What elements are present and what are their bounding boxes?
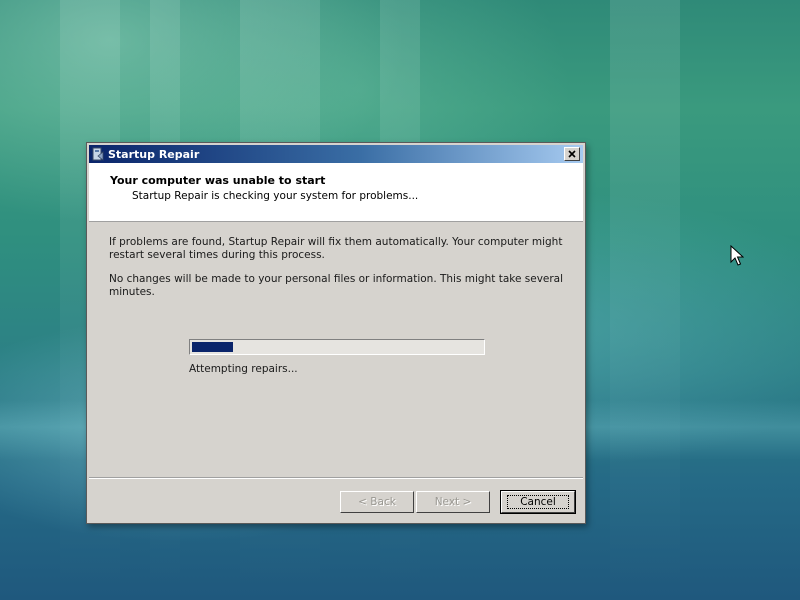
cancel-button[interactable]: Cancel xyxy=(500,490,576,514)
mouse-pointer-icon xyxy=(730,245,744,266)
startup-repair-icon xyxy=(92,147,104,161)
title-bar[interactable]: Startup Repair xyxy=(89,145,583,163)
close-button[interactable] xyxy=(564,147,580,161)
next-button[interactable]: Next > xyxy=(416,491,490,513)
cancel-button-label: Cancel xyxy=(507,495,569,509)
info-paragraph-files: No changes will be made to your personal… xyxy=(109,273,564,298)
dialog-header: Your computer was unable to start Startu… xyxy=(89,163,583,222)
info-paragraph-repair: If problems are found, Startup Repair wi… xyxy=(109,236,563,261)
header-title: Your computer was unable to start xyxy=(110,174,326,187)
header-subtitle: Startup Repair is checking your system f… xyxy=(132,190,419,202)
progress-fill xyxy=(192,342,233,352)
close-icon xyxy=(568,150,576,158)
repair-progress-bar xyxy=(189,339,485,355)
startup-repair-dialog: Startup Repair Your computer was unable … xyxy=(86,142,586,524)
footer-divider xyxy=(89,477,583,479)
window-title: Startup Repair xyxy=(108,147,200,161)
back-button[interactable]: < Back xyxy=(340,491,414,513)
progress-status-label: Attempting repairs... xyxy=(189,363,298,375)
